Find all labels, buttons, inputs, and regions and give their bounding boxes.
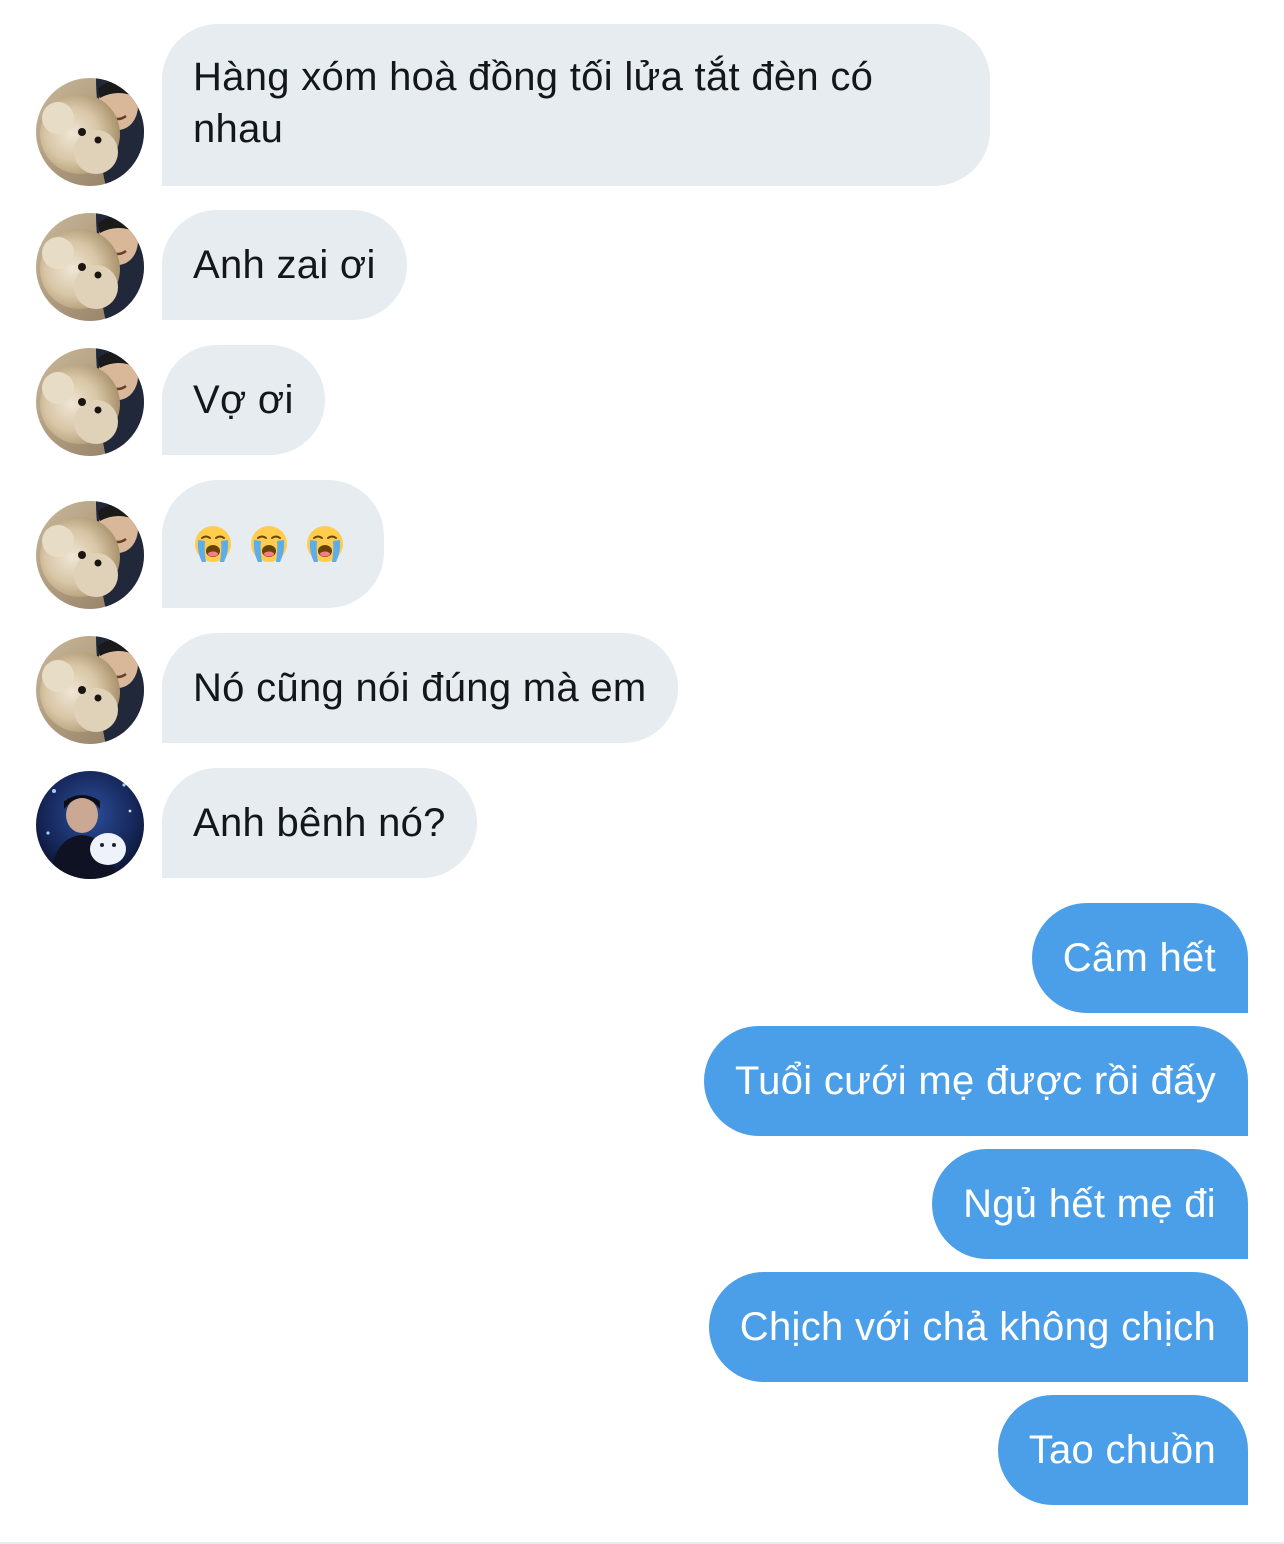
sent-message-bubble[interactable]: Ngủ hết mẹ đi [932, 1149, 1248, 1259]
loudly-crying-face-icon [193, 524, 233, 564]
emoji-row [193, 524, 345, 564]
message-text: Chịch với chả không chịch [739, 1305, 1216, 1349]
loudly-crying-face-icon [249, 524, 289, 564]
loudly-crying-face-icon [305, 524, 345, 564]
message-text: Tuổi cưới mẹ được rồi đấy [734, 1059, 1216, 1103]
pomeranian-selfie-icon [36, 636, 144, 744]
sent-message-bubble[interactable]: Tao chuồn [997, 1395, 1248, 1505]
sent-message-bubble[interactable]: Câm hết [1031, 903, 1248, 1013]
message-text: Anh zai ơi [193, 243, 376, 287]
pomeranian-selfie-avatar[interactable] [36, 501, 144, 609]
received-emoji-bubble[interactable] [162, 480, 384, 608]
received-message-bubble[interactable]: Vợ ơi [162, 345, 325, 455]
pomeranian-selfie-avatar[interactable] [36, 636, 144, 744]
message-text: Ngủ hết mẹ đi [963, 1182, 1216, 1226]
sent-message-bubble[interactable]: Chịch với chả không chịch [708, 1272, 1248, 1382]
pomeranian-selfie-icon [36, 348, 144, 456]
pomeranian-selfie-avatar[interactable] [36, 213, 144, 321]
sent-message-bubble[interactable]: Tuổi cưới mẹ được rồi đấy [703, 1026, 1248, 1136]
night-portrait-icon [36, 771, 144, 879]
received-message-bubble[interactable]: Nó cũng nói đúng mà em [162, 633, 678, 743]
pomeranian-selfie-avatar[interactable] [36, 78, 144, 186]
message-text: Tao chuồn [1028, 1428, 1216, 1472]
pomeranian-selfie-icon [36, 78, 144, 186]
message-text: Anh bênh nó? [193, 801, 446, 845]
night-blue-avatar[interactable] [36, 771, 144, 879]
message-text: Vợ ơi [193, 378, 294, 422]
received-message-bubble[interactable]: Hàng xóm hoà đồng tối lửa tắt đèn có nha… [162, 24, 990, 186]
received-message-bubble[interactable]: Anh zai ơi [162, 210, 407, 320]
pomeranian-selfie-avatar[interactable] [36, 348, 144, 456]
received-message-bubble[interactable]: Anh bênh nó? [162, 768, 477, 878]
message-text: Câm hết [1062, 936, 1216, 980]
message-text: Nó cũng nói đúng mà em [193, 666, 647, 710]
pomeranian-selfie-icon [36, 213, 144, 321]
message-text: Hàng xóm hoà đồng tối lửa tắt đèn có nha… [193, 55, 874, 151]
pomeranian-selfie-icon [36, 501, 144, 609]
